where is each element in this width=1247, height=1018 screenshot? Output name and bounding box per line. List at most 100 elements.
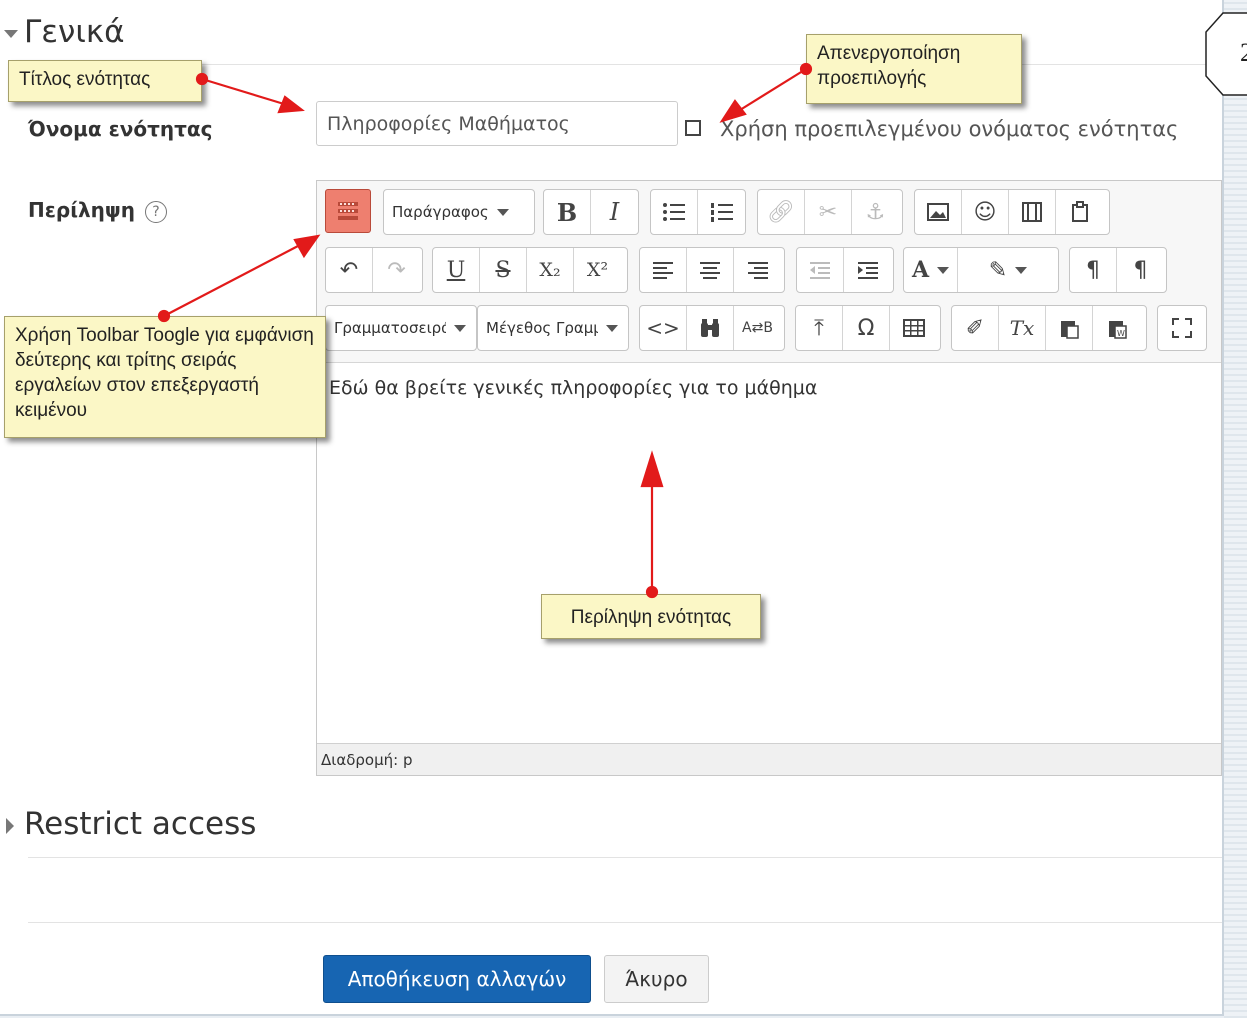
anchor-button[interactable]: ⚓︎ [852,190,899,234]
media-button[interactable] [1009,190,1056,234]
callout-disable-default: Απενεργοποίηση προεπιλογής [806,34,1022,104]
link-button[interactable]: 🔗︎ [758,190,805,234]
section-name-input[interactable] [316,101,678,146]
italic-button[interactable]: I [591,190,638,234]
upload-icon: ⤒ [814,315,824,341]
toolbar-toggle-group [325,189,373,235]
align-left-icon [653,262,673,279]
use-default-name-checkbox[interactable] [685,120,701,136]
indent-button[interactable] [844,248,891,292]
rtl-icon: ¶ [1133,257,1148,283]
chevron-down-icon [454,324,466,332]
svg-text:W: W [1117,329,1125,338]
collapse-icon [4,29,18,38]
font-color-button[interactable]: A [904,248,958,292]
find-replace-button[interactable] [687,306,734,350]
align-center-icon [700,262,720,279]
form-page: Γενικά Όνομα ενότητας Χρήση προεπιλεγμέν… [0,0,1224,1016]
paragraph-style-dropdown[interactable]: Παράγραφος [383,189,535,235]
paste-word-button[interactable]: W [1093,306,1140,350]
divider [28,64,1222,65]
save-changes-button[interactable]: Αποθήκευση αλλαγών [323,955,591,1003]
strikethrough-button[interactable]: S [480,248,527,292]
subscript-button[interactable]: X₂ [527,248,574,292]
align-right-button[interactable] [734,248,781,292]
list-group [650,189,746,235]
paste-text-button[interactable] [1046,306,1093,350]
ordered-list-icon [710,203,733,222]
slide-number: 2 [1240,38,1247,67]
redo-button[interactable]: ↷ [373,248,420,292]
table-icon [902,319,925,337]
background-color-button[interactable]: ✎ [958,248,1058,292]
clean-group: ✐ Tx W [951,305,1147,351]
manage-files-button[interactable] [1056,190,1103,234]
align-center-button[interactable] [687,248,734,292]
general-section-title: Γενικά [24,14,125,50]
editor-content-text: Εδώ θα βρείτε γενικές πληροφορίες για το… [329,377,818,399]
chevron-down-icon [937,266,950,274]
align-left-button[interactable] [640,248,687,292]
superscript-button[interactable]: X² [574,248,621,292]
underline-button[interactable]: U [433,248,480,292]
smiley-icon: ☺︎ [973,199,997,225]
ltr-button[interactable]: ¶ [1070,248,1117,292]
font-family-text: Γραμματοσειρά [334,319,446,337]
upload-button[interactable]: ⤒ [796,306,843,350]
emoticon-button[interactable]: ☺︎ [962,190,1009,234]
general-section-header[interactable]: Γενικά [4,14,125,50]
html-source-button[interactable]: <> [640,306,687,350]
redo-icon: ↷ [387,257,406,283]
film-icon [1022,202,1042,222]
unordered-list-button[interactable] [651,190,698,234]
unordered-list-icon [663,203,685,221]
undo-icon: ↶ [339,257,359,283]
callout-section-title: Τίτλος ενότητας [8,60,202,102]
paste-word-icon: W [1108,321,1127,339]
special-char-button[interactable]: Ω [843,306,890,350]
editor-path-text: Διαδρομή: p [321,751,413,769]
unlink-button[interactable]: ✂︎ [805,190,852,234]
font-family-value: Γραμματοσειρά [326,306,476,350]
summary-label: Περίληψη? [28,198,167,223]
color-group: A ✎ [903,247,1059,293]
spellcheck-button[interactable]: A⇄B [734,306,781,350]
image-icon [927,203,949,221]
font-size-dropdown[interactable]: Μέγεθος Γραμμ [477,305,629,351]
font-family-dropdown[interactable]: Γραμματοσειρά [325,305,477,351]
align-group [639,247,785,293]
editor-path-bar: Διαδρομή: p [317,743,1221,775]
bold-button[interactable]: B [544,190,591,234]
remove-format-button[interactable]: Tx [999,306,1046,350]
divider [28,857,1222,858]
image-button[interactable] [915,190,962,234]
highlighter-icon: ✎ [988,257,1008,283]
undo-redo-group: ↶ ↷ [325,247,423,293]
anchor-icon: ⚓︎ [865,199,886,225]
callout-section-summary: Περίληψη ενότητας [541,594,761,639]
fullscreen-group [1157,305,1207,351]
outdent-icon [810,262,830,279]
clear-formatting-brush-button[interactable]: ✐ [952,306,999,350]
editor-content[interactable]: Εδώ θα βρείτε γενικές πληροφορίες για το… [317,363,1221,741]
rtl-button[interactable]: ¶ [1117,248,1164,292]
editor-toolbar: Παράγραφος B I 🔗︎ ✂︎ ⚓︎ ☺︎ ↶ ↷ U S X₂ X²… [317,181,1221,363]
toolbar-toggle-button[interactable] [325,189,371,233]
outdent-button[interactable] [797,248,844,292]
restrict-access-header[interactable]: Restrict access [6,806,256,842]
indent-icon [857,262,878,279]
tools-group: <> A⇄B [639,305,785,351]
fullscreen-button[interactable] [1158,306,1205,350]
table-button[interactable] [890,306,937,350]
font-size-text: Μέγεθος Γραμμ [486,319,598,337]
cancel-button[interactable]: Άκυρο [604,955,709,1003]
undo-button[interactable]: ↶ [326,248,373,292]
chevron-down-icon [1015,266,1028,274]
toolbar-toggle-icon [338,202,358,220]
paragraph-style-text: Παράγραφος [392,203,489,221]
font-size-value: Μέγεθος Γραμμ [478,306,628,350]
spellcheck-icon: A⇄B [742,320,773,336]
help-icon[interactable]: ? [145,200,167,223]
ordered-list-button[interactable] [698,190,745,234]
binoculars-icon [701,319,719,337]
